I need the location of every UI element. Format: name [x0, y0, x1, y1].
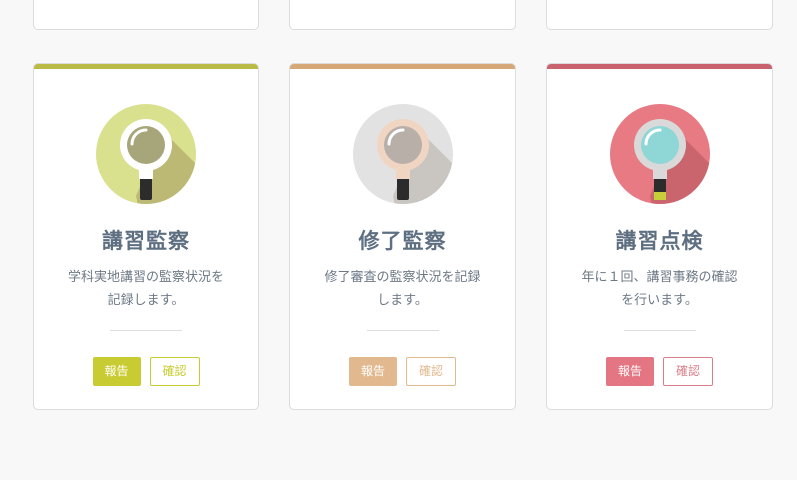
card-lecture-audit: 講習監察 学科実地講習の監察状況を 記録します。 報告 確認 [33, 63, 259, 410]
card-top-partial [546, 0, 773, 30]
confirm-button[interactable]: 確認 [663, 357, 713, 386]
card-actions: 報告 確認 [547, 357, 772, 386]
card-description-line: 学科実地講習の監察状況を [67, 270, 224, 285]
card-top-partial [33, 0, 259, 30]
card-description-line: 記録します。 [107, 293, 185, 308]
card-title: 修了監察 [358, 229, 447, 253]
card-lecture-inspection: 講習点検 年に１回、講習事務の確認 を行います。 報告 確認 [546, 63, 773, 410]
card-accent-bar [547, 64, 772, 69]
card-accent-bar [290, 64, 515, 69]
card-accent-bar [34, 64, 258, 69]
magnifier-icon [609, 104, 710, 204]
card-description-line: 年に１回、講習事務の確認 [581, 270, 738, 285]
report-button[interactable]: 報告 [606, 357, 654, 386]
card-top-partial [289, 0, 516, 30]
card-title: 講習監察 [102, 229, 190, 253]
divider [623, 330, 696, 331]
report-button[interactable]: 報告 [92, 357, 141, 386]
confirm-button[interactable]: 確認 [406, 357, 456, 386]
divider [366, 330, 439, 331]
magnifier-icon [352, 104, 453, 204]
card-description: 年に１回、講習事務の確認 を行います。 [570, 266, 750, 312]
card-description: 修了審査の監察状況を記録 します。 [313, 266, 493, 312]
confirm-button[interactable]: 確認 [149, 357, 200, 386]
card-description-line: を行います。 [621, 293, 698, 308]
card-description-line: 修了審査の監察状況を記録 [324, 270, 481, 285]
report-button[interactable]: 報告 [349, 357, 397, 386]
card-completion-audit: 修了監察 修了審査の監察状況を記録 します。 報告 確認 [289, 63, 516, 410]
card-actions: 報告 確認 [34, 357, 258, 386]
magnifier-icon [96, 104, 196, 204]
card-description-line: します。 [377, 293, 428, 308]
card-description: 学科実地講習の監察状況を 記録します。 [56, 266, 236, 312]
card-title: 講習点検 [615, 229, 704, 253]
card-actions: 報告 確認 [290, 357, 515, 386]
divider [110, 330, 182, 331]
